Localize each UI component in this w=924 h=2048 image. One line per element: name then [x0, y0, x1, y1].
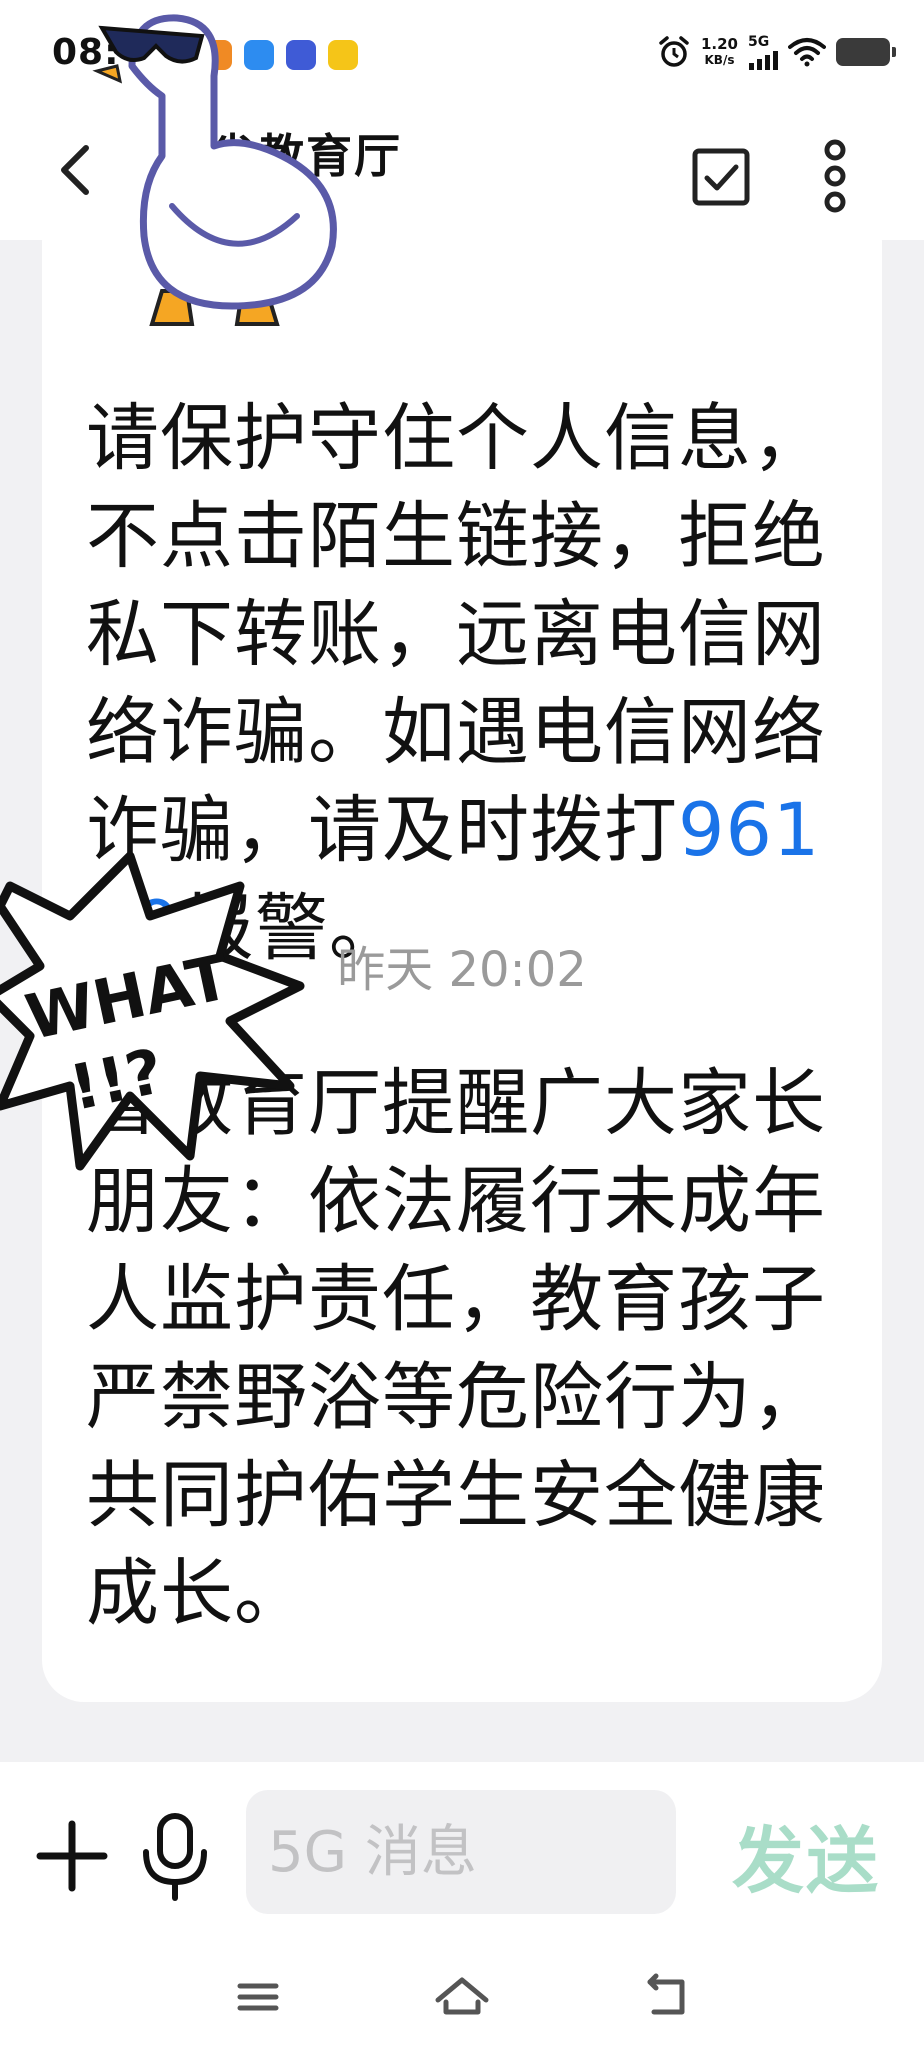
voice-input-button[interactable]	[140, 1812, 210, 1902]
select-checkbox-icon[interactable]	[690, 146, 752, 208]
alarm-icon	[659, 36, 689, 67]
cellular-signal: 5G	[748, 34, 778, 70]
home-icon[interactable]	[432, 1972, 492, 2022]
status-right: 1.20 KB/s 5G	[657, 34, 896, 70]
what-sticker: WHAT !!?	[0, 851, 305, 1171]
message-input[interactable]	[246, 1790, 676, 1914]
add-attachment-button[interactable]	[36, 1820, 108, 1892]
goose-sticker	[92, 14, 337, 326]
compose-bar: 发送	[0, 1762, 924, 1952]
send-button[interactable]: 发送	[732, 1802, 880, 1907]
battery-icon	[836, 38, 896, 66]
screen: 08: 1.20 KB/s 5G 省教育厅 请保护守住个人信息，不点击陌生链接，…	[0, 0, 924, 2048]
signal-bars-icon	[749, 51, 778, 70]
back-nav-icon[interactable]	[636, 1972, 696, 2022]
more-options-icon[interactable]	[808, 136, 862, 216]
system-nav-bar	[0, 1952, 924, 2048]
wifi-icon	[788, 38, 826, 67]
menu-icon[interactable]	[228, 1972, 288, 2022]
network-speed: 1.20 KB/s	[700, 35, 738, 67]
